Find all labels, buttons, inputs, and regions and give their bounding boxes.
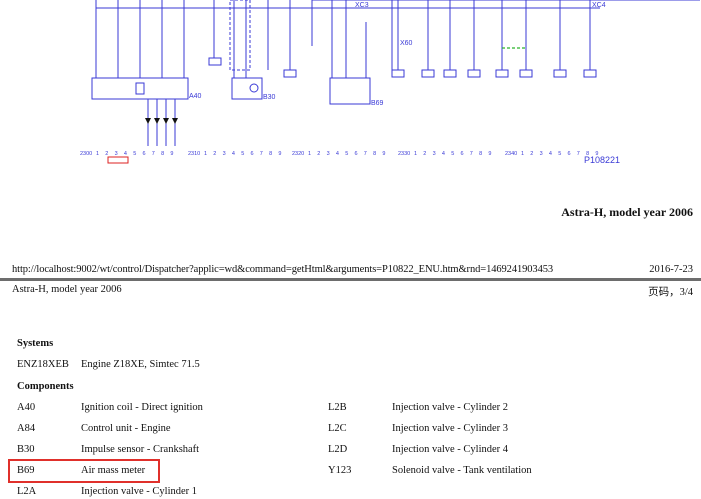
component-name: Injection valve - Cylinder 3 xyxy=(392,423,509,434)
pin-number: 5 xyxy=(133,151,136,157)
component-name: Ignition coil - Direct ignition xyxy=(81,402,203,413)
pin-number: 5 xyxy=(241,151,244,157)
component-name: Impulse sensor - Crankshaft xyxy=(81,444,200,455)
pin-number: 4 xyxy=(442,151,445,157)
arrow-heads xyxy=(145,118,178,124)
pin-number: 6 xyxy=(568,151,571,157)
pin-number: 9 xyxy=(170,151,173,157)
pin-number: 4 xyxy=(232,151,235,157)
component-code: L2D xyxy=(328,444,348,455)
pin-group-label: 2310 xyxy=(188,151,200,157)
pin-number: 3 xyxy=(433,151,436,157)
pin-number: 6 xyxy=(461,151,464,157)
print-title: Astra-H, model year 2006 xyxy=(561,205,693,219)
pin-number: 1 xyxy=(308,151,311,157)
component-code: L2C xyxy=(328,423,347,434)
pin-number: 7 xyxy=(470,151,473,157)
pin-group-label: 2300 xyxy=(80,151,92,157)
label-xc4: XC4 xyxy=(592,2,606,9)
component-name: Injection valve - Cylinder 1 xyxy=(81,486,198,497)
components-heading: Components xyxy=(17,381,74,392)
pin-group-label: 2320 xyxy=(292,151,304,157)
page-break-divider xyxy=(0,278,701,281)
b30-symbol xyxy=(249,83,259,93)
pin-number: 9 xyxy=(595,151,598,157)
pin-number: 4 xyxy=(336,151,339,157)
component-code: L2A xyxy=(17,486,37,497)
label-b69: B69 xyxy=(371,100,384,107)
label-b30: B30 xyxy=(263,94,276,101)
pin-number: 2 xyxy=(317,151,320,157)
label-xc3: XC3 xyxy=(355,2,369,9)
pin-number: 2 xyxy=(423,151,426,157)
pin-number: 8 xyxy=(269,151,272,157)
pin-number: 7 xyxy=(152,151,155,157)
highlight-box xyxy=(8,459,160,483)
component-code: B30 xyxy=(17,444,35,455)
pin-number: 7 xyxy=(260,151,263,157)
component-name: Injection valve - Cylinder 4 xyxy=(392,444,509,455)
pin-number: 3 xyxy=(115,151,118,157)
pin-number: 5 xyxy=(451,151,454,157)
pin-number: 8 xyxy=(373,151,376,157)
pin-number: 6 xyxy=(355,151,358,157)
system-code: ENZ18XEB xyxy=(17,359,69,370)
pin-number: 2 xyxy=(105,151,108,157)
connector xyxy=(208,57,222,66)
pin-number: 5 xyxy=(558,151,561,157)
figure-id: P108221 xyxy=(584,155,620,165)
pin-number: 7 xyxy=(577,151,580,157)
systems-heading: Systems xyxy=(17,338,54,349)
terminal-blocks xyxy=(283,69,597,78)
pin-number: 1 xyxy=(96,151,99,157)
page-number: 页码，3/4 xyxy=(648,287,693,298)
footer-date: 2016-7-23 xyxy=(649,264,693,275)
pin-number: 6 xyxy=(251,151,254,157)
pin-strip: 2300 1 2 3 4 5 6 7 8 9 2310 1 2 3 4 5 6 7 8 9 2320 1 2 3 4 5 6 7 8 9 2… xyxy=(80,151,598,164)
component-name: Injection valve - Cylinder 2 xyxy=(392,402,509,413)
component-code: A40 xyxy=(17,402,36,413)
pin-number: 9 xyxy=(278,151,281,157)
component-name: Solenoid valve - Tank ventilation xyxy=(392,465,532,476)
component-code: Y123 xyxy=(328,465,352,476)
component-code: A84 xyxy=(17,423,36,434)
pin-number: 8 xyxy=(586,151,589,157)
pin-number: 2 xyxy=(213,151,216,157)
pin-number: 6 xyxy=(143,151,146,157)
page-header-title: Astra-H, model year 2006 xyxy=(12,284,122,295)
pin-number: 2 xyxy=(530,151,533,157)
pin-number: 8 xyxy=(479,151,482,157)
pin-number: 1 xyxy=(414,151,417,157)
pin-number: 5 xyxy=(345,151,348,157)
pin-marker xyxy=(107,156,129,164)
pin-number: 4 xyxy=(124,151,127,157)
pin-number: 7 xyxy=(364,151,367,157)
pin-number: 9 xyxy=(488,151,491,157)
wiring-diagram: XC3 XC4 A40 B30 B69 X60 P108221 2300 1 2 3 4… xyxy=(80,0,700,165)
b69-box xyxy=(329,77,371,105)
diagram-wires xyxy=(95,0,700,146)
pin-number: 1 xyxy=(521,151,524,157)
component-code: L2B xyxy=(328,402,347,413)
pin-number: 3 xyxy=(327,151,330,157)
system-name: Engine Z18XE, Simtec 71.5 xyxy=(81,359,200,370)
pin-number: 8 xyxy=(161,151,164,157)
label-a40: A40 xyxy=(189,93,202,100)
a40-symbol xyxy=(135,82,145,95)
pin-number: 3 xyxy=(540,151,543,157)
component-name: Control unit - Engine xyxy=(81,423,171,434)
a40-box xyxy=(91,77,189,100)
footer-url: http://localhost:9002/wt/control/Dispatc… xyxy=(12,264,554,275)
pin-group-label: 2340 xyxy=(505,151,517,157)
pin-number: 3 xyxy=(223,151,226,157)
pin-number: 4 xyxy=(549,151,552,157)
pin-group-label: 2330 xyxy=(398,151,410,157)
pin-number: 1 xyxy=(204,151,207,157)
label-x60: X60 xyxy=(400,40,413,47)
pin-number: 9 xyxy=(382,151,385,157)
